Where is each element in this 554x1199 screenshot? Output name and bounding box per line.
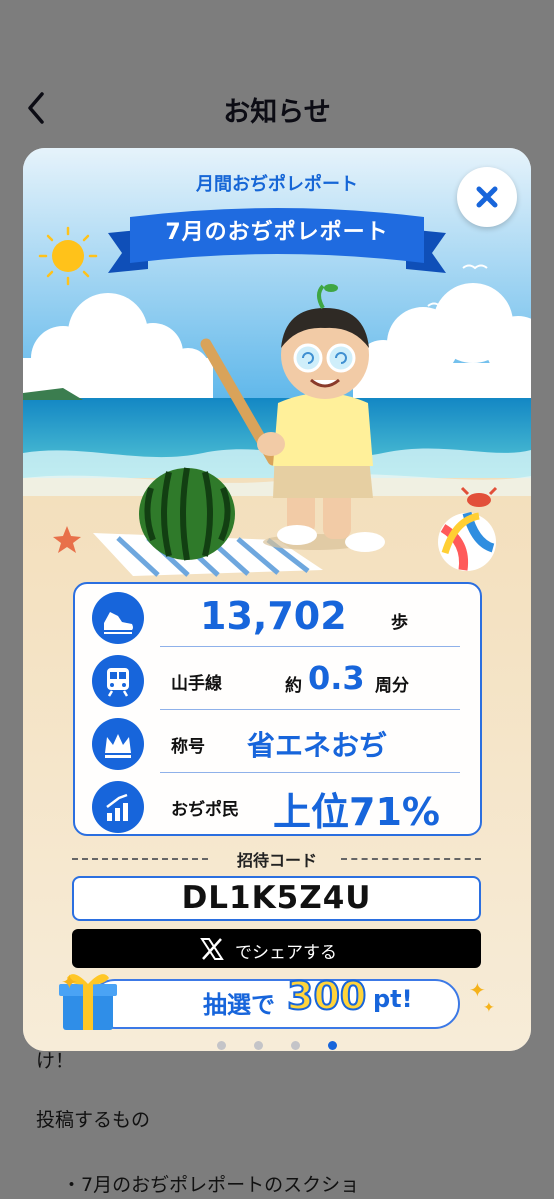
report-title: 7月のおぢポレポート	[165, 220, 389, 245]
navigation-bar: お知らせ	[0, 0, 554, 150]
crown-icon	[92, 718, 144, 770]
invite-code-box[interactable]: DL1K5Z4U	[72, 876, 481, 921]
rank-title-value: 省エネおぢ	[247, 729, 388, 762]
share-on-x-button[interactable]: でシェアする	[72, 929, 481, 968]
page-dot[interactable]	[291, 1041, 300, 1050]
yamanote-unit: 周分	[375, 676, 409, 696]
ranking-value: 上位71%	[273, 790, 440, 834]
invite-code-header: 招待コード	[23, 847, 531, 871]
sparkle-icon: ✦	[483, 1000, 495, 1016]
pagination-dots	[23, 1035, 531, 1050]
dashed-divider	[341, 858, 481, 860]
steps-value: 13,702	[200, 594, 347, 638]
page-dot[interactable]	[254, 1041, 263, 1050]
background-text-line: ・7月のおぢポレポートのスクショ	[62, 1174, 360, 1196]
stat-row-yamanote: 山手線 約 0.3 周分	[75, 647, 480, 710]
page-title: お知らせ	[223, 97, 331, 128]
ranking-label: おぢポ民	[171, 800, 239, 820]
monthly-report-modal: 月間おぢポレポート 7月のおぢポレポート 13,702 歩 山手線 約 0.3 …	[23, 148, 531, 1051]
report-subtitle: 月間おぢポレポート	[196, 174, 358, 195]
lottery-unit: pt!	[373, 985, 413, 1013]
stat-row-steps: 13,702 歩	[75, 584, 480, 647]
steps-unit: 歩	[391, 613, 408, 633]
train-icon	[92, 655, 144, 707]
sparkle-icon: ✦	[469, 978, 486, 1002]
shoe-icon	[92, 592, 144, 644]
background-text-line: 投稿するもの	[36, 1109, 151, 1131]
stats-panel: 13,702 歩 山手線 約 0.3 周分 称号 省エネおぢ おぢポ民 上位71…	[73, 582, 482, 836]
stat-row-title: 称号 省エネおぢ	[75, 710, 480, 773]
rank-chart-icon	[92, 781, 144, 833]
close-icon	[476, 186, 498, 208]
yamanote-prefix: 約	[285, 676, 302, 696]
page-dot[interactable]	[217, 1041, 226, 1050]
share-label: でシェアする	[235, 943, 337, 963]
sparkle-icon: ✦	[61, 970, 78, 994]
yamanote-label: 山手線	[171, 674, 222, 694]
x-logo-icon	[198, 935, 226, 963]
lottery-amount: 300	[286, 973, 367, 1019]
page-dot-active[interactable]	[328, 1041, 337, 1050]
stat-row-ranking: おぢポ民 上位71%	[75, 773, 480, 836]
yamanote-value: 0.3	[308, 659, 365, 697]
close-button[interactable]	[457, 167, 517, 227]
lottery-text: 抽選で	[203, 991, 275, 1019]
rank-title-label: 称号	[171, 737, 205, 757]
